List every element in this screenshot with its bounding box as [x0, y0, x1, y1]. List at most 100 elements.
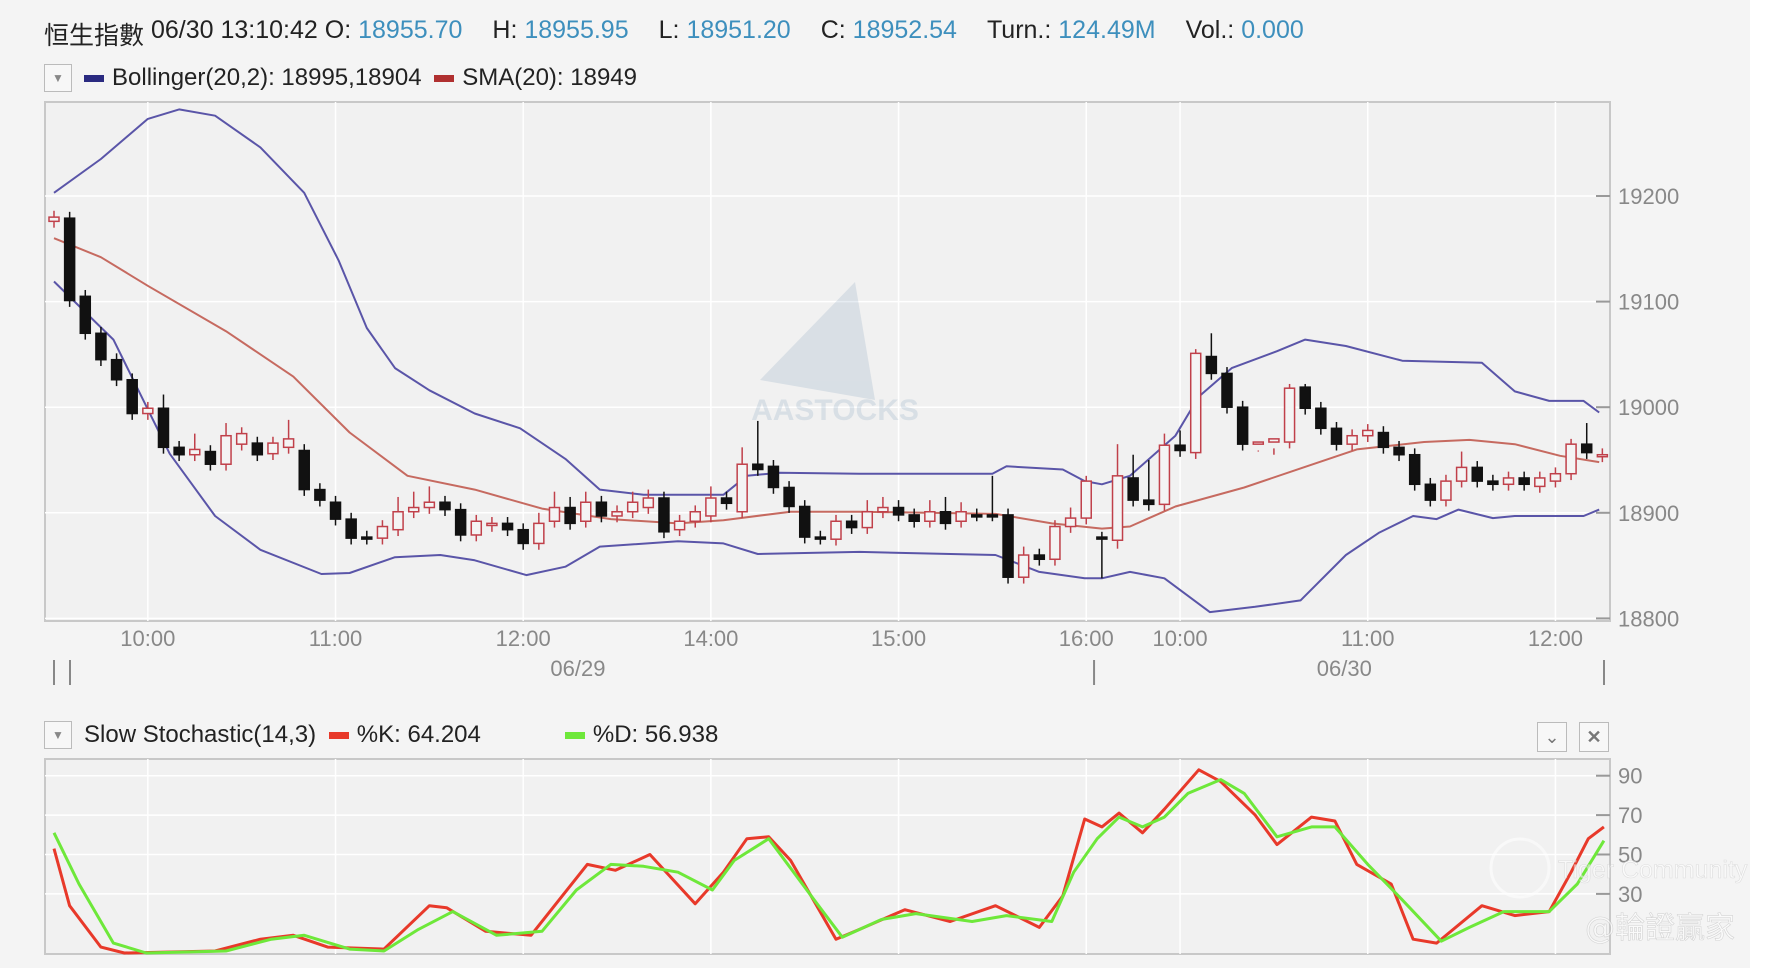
candle-up — [673, 520, 686, 531]
candle-up — [1064, 517, 1077, 528]
candle-down — [1143, 499, 1155, 506]
candle-down — [1330, 427, 1343, 445]
candle-up — [705, 497, 717, 517]
candle-down — [314, 488, 326, 501]
candle-down — [329, 501, 342, 520]
candle-down — [658, 497, 670, 533]
candle-down — [1487, 480, 1499, 486]
candle-down — [345, 518, 357, 539]
candle-up — [1549, 472, 1562, 482]
candle-up — [1502, 477, 1515, 486]
author-watermark-text: @輪證贏家 — [1585, 911, 1735, 946]
candle-down — [1127, 477, 1139, 501]
candle-down — [783, 486, 795, 508]
candle-up — [392, 510, 404, 531]
candle-down — [517, 528, 529, 545]
candle-down — [845, 520, 858, 529]
candle-up — [235, 432, 248, 445]
candle-down — [95, 332, 107, 361]
candle-down — [361, 536, 373, 540]
x-tick-label: 16:00 — [1059, 626, 1114, 651]
candle-down — [892, 506, 905, 516]
candle-down — [110, 358, 123, 381]
candle-down — [251, 442, 264, 456]
tiger-community-text: Tiger Community — [1558, 856, 1748, 884]
y-tick-label: 18800 — [1618, 606, 1679, 631]
y-tick-label: 90 — [1618, 764, 1642, 789]
candle-down — [1315, 407, 1327, 430]
candle-down — [1408, 453, 1421, 486]
candle-up — [1189, 352, 1202, 454]
candle-up — [282, 438, 295, 449]
candle-up — [1596, 453, 1609, 458]
candle-up — [1440, 480, 1452, 501]
aastocks-logo-text: AASTOCKS — [751, 394, 919, 427]
candle-down — [63, 217, 76, 302]
x-tick-label: 14:00 — [683, 626, 738, 651]
candle-down — [79, 295, 92, 335]
candle-down — [1299, 386, 1311, 410]
x-tick-label: 15:00 — [871, 626, 926, 651]
candle-down — [798, 505, 811, 538]
candle-down — [126, 378, 138, 415]
candle-up — [877, 506, 889, 513]
candle-up — [626, 501, 639, 513]
candle-down — [1424, 483, 1437, 501]
candle-up — [611, 510, 623, 517]
candle-down — [814, 536, 827, 540]
candle-up — [1017, 554, 1030, 578]
candle-up — [1049, 525, 1061, 561]
candle-up — [548, 506, 561, 522]
y-tick-label: 19000 — [1618, 395, 1679, 420]
candle-down — [1471, 466, 1483, 482]
x-tick-label: 10:00 — [1153, 626, 1208, 651]
candle-up — [689, 510, 701, 522]
candle-down — [298, 449, 310, 491]
candle-down — [1580, 443, 1593, 454]
chart-canvas: 18800 18900 19000 19100 19200 10:00 11:00 12:00… — [44, 101, 1748, 955]
y-tick-label: 19100 — [1618, 290, 1679, 315]
candle-up — [1268, 438, 1280, 443]
candle-up — [533, 522, 545, 545]
candle-down — [986, 514, 999, 518]
date-label: 06/30 — [1317, 656, 1372, 681]
candle-down — [157, 407, 170, 449]
candle-down — [439, 501, 451, 511]
candle-up — [220, 434, 232, 465]
candle-up — [1455, 466, 1468, 482]
candle-up — [1158, 444, 1171, 506]
candle-down — [752, 463, 764, 471]
x-tick-label: 10:00 — [120, 626, 175, 651]
candle-up — [1080, 480, 1092, 519]
candle-up — [955, 510, 967, 522]
candle-up — [1346, 434, 1358, 445]
candle-up — [1534, 477, 1546, 488]
candle-down — [564, 506, 576, 525]
candle-up — [924, 510, 936, 522]
candle-down — [1393, 446, 1405, 456]
y-tick-label: 70 — [1618, 803, 1642, 828]
candle-down — [1221, 372, 1233, 408]
x-tick-label: 12:00 — [1528, 626, 1583, 651]
candle-down — [1033, 554, 1046, 561]
date-label: 06/29 — [550, 656, 605, 681]
candle-up — [407, 506, 420, 513]
x-tick-label: 11:00 — [1341, 626, 1394, 651]
candle-down — [204, 450, 217, 465]
candle-up — [1283, 387, 1296, 443]
candle-up — [861, 510, 874, 529]
candle-up — [48, 216, 60, 223]
candle-down — [1174, 444, 1186, 452]
candle-up — [189, 448, 201, 456]
x-tick-label: 11:00 — [309, 626, 362, 651]
candle-down — [595, 501, 608, 517]
candle-up — [423, 501, 436, 509]
y-tick-label: 19200 — [1618, 184, 1679, 209]
candle-up — [1362, 429, 1374, 437]
candle-down — [1205, 355, 1218, 375]
candle-up — [267, 442, 279, 455]
candle-down — [173, 446, 185, 456]
candle-up — [1252, 441, 1265, 445]
candle-down — [767, 465, 780, 489]
candle-down — [501, 522, 514, 531]
